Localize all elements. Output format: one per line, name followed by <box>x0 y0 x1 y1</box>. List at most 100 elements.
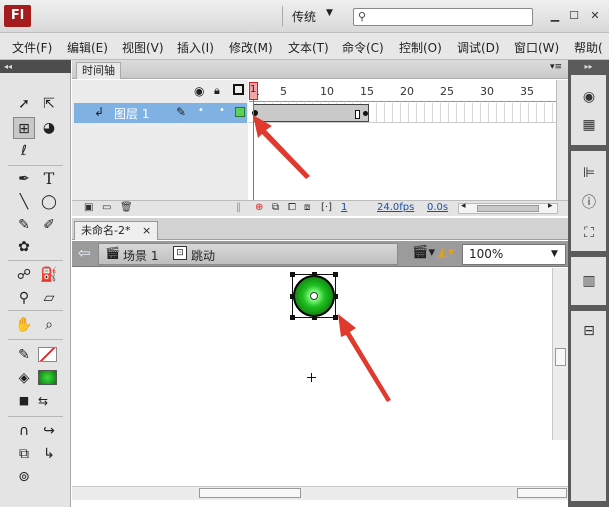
lock-icon[interactable]: 🔒︎ <box>214 84 220 98</box>
color-panel-icon[interactable]: ◉ <box>578 87 600 107</box>
menu-file[interactable]: 文件(F) <box>12 39 52 56</box>
dock-collapse-icon[interactable]: ▸▸ <box>571 62 606 73</box>
fill-color-swatch[interactable] <box>38 370 57 385</box>
zoom-select[interactable]: 100% ▼ <box>462 244 566 265</box>
tab-document[interactable]: 未命名-2* × <box>74 221 159 240</box>
pencil-icon[interactable]: ✎ <box>13 214 35 236</box>
straighten-icon[interactable]: ⧉ <box>13 443 35 465</box>
outline-color-swatch[interactable] <box>235 107 245 117</box>
minimize-button[interactable]: ▁ <box>547 8 563 24</box>
playhead[interactable]: 1 <box>249 82 258 100</box>
transform-handle[interactable] <box>312 272 317 277</box>
oval-icon[interactable]: ◯ <box>38 191 60 213</box>
stage-h-scrollbar[interactable] <box>72 486 568 500</box>
panel-menu-icon[interactable]: ▾≡ <box>550 62 562 72</box>
fill-color-icon[interactable]: ◈ <box>13 367 35 389</box>
swatches-icon[interactable]: ▦ <box>578 115 600 135</box>
transform-handle[interactable] <box>290 294 295 299</box>
components-icon[interactable]: ⊟ <box>578 321 600 341</box>
search-input[interactable]: ⚲ <box>353 8 533 26</box>
onion-outline-icon[interactable]: ⧠ <box>288 202 296 213</box>
menu-help[interactable]: 帮助( <box>574 39 603 56</box>
divider-grip[interactable]: ‖ <box>236 202 241 213</box>
lock-dot[interactable]: • <box>219 105 225 116</box>
free-transform-icon[interactable]: ⊞ <box>13 117 35 139</box>
back-arrow-icon[interactable]: ⇦ <box>78 244 91 262</box>
delete-layer-icon[interactable]: 🗑︎ <box>120 202 133 213</box>
new-folder-icon[interactable]: ▭ <box>102 202 111 213</box>
text-icon[interactable]: T <box>38 168 60 190</box>
breadcrumb-scene[interactable]: 场景 1 <box>123 247 158 264</box>
selection-icon[interactable]: ➚ <box>13 93 35 115</box>
menu-edit[interactable]: 编辑(E) <box>67 39 108 56</box>
fps-readout[interactable]: 24.0fps <box>377 202 414 213</box>
menu-text[interactable]: 文本(T) <box>288 39 329 56</box>
timeline-scrollbar[interactable] <box>556 80 568 200</box>
scroll-left-icon[interactable]: ◂ <box>461 201 466 211</box>
menu-window[interactable]: 窗口(W) <box>514 39 559 56</box>
edit-multiple-icon[interactable]: ⧈ <box>304 202 310 213</box>
paint-bucket-icon[interactable]: ⛽ <box>38 264 60 286</box>
visible-dot[interactable]: • <box>198 105 204 116</box>
snap-icon[interactable]: ⊚ <box>13 466 35 488</box>
close-tab-icon[interactable]: × <box>142 224 151 237</box>
lasso-icon[interactable]: ℓ <box>13 140 35 162</box>
eyedropper-icon[interactable]: ⚲ <box>13 287 35 309</box>
bone-icon[interactable]: ☍ <box>13 264 35 286</box>
align-icon[interactable]: ⊫ <box>578 163 600 183</box>
maximize-button[interactable]: ☐ <box>566 8 582 24</box>
scroll-right-icon[interactable]: ▸ <box>548 201 553 211</box>
menu-control[interactable]: 控制(O) <box>399 39 442 56</box>
info-icon[interactable]: ⓘ <box>578 193 600 213</box>
stroke-color-swatch[interactable] <box>38 347 57 362</box>
timeline-h-scrollbar[interactable]: ◂ ▸ <box>458 201 558 214</box>
subselection-icon[interactable]: ⇱ <box>38 93 60 115</box>
transform-handle[interactable] <box>290 315 295 320</box>
transform-handle[interactable] <box>333 294 338 299</box>
eye-icon[interactable]: ◉ <box>194 84 204 98</box>
scroll-thumb[interactable] <box>555 348 566 366</box>
onion-skin-icon[interactable]: ⧉ <box>272 202 279 213</box>
toolbox-header[interactable]: ◂◂ <box>0 60 71 73</box>
stage-v-scrollbar[interactable] <box>552 268 568 440</box>
menu-debug[interactable]: 调试(D) <box>457 39 500 56</box>
stage[interactable] <box>72 268 552 485</box>
snap-magnet-icon[interactable]: ∩ <box>13 420 35 442</box>
workspace-selector[interactable]: 传统 <box>292 8 316 25</box>
new-layer-icon[interactable]: ▣ <box>84 202 93 213</box>
outline-icon[interactable] <box>233 84 244 95</box>
swap-colors-icon[interactable]: ⇆ <box>32 390 54 412</box>
transform-handle[interactable] <box>290 272 295 277</box>
edit-symbols-icon[interactable]: ◭▾ <box>438 245 455 260</box>
center-frame-icon[interactable]: ⊕ <box>255 202 263 213</box>
line-icon[interactable]: ╲ <box>13 191 35 213</box>
eraser-icon[interactable]: ▱ <box>38 287 60 309</box>
end-frame[interactable] <box>355 110 360 119</box>
layer-row[interactable]: ↲ 图层 1 ✎ • • <box>74 103 247 123</box>
pen-icon[interactable]: ✒ <box>13 168 35 190</box>
zoom-icon[interactable]: ⌕ <box>38 314 60 336</box>
transform-handle[interactable] <box>333 272 338 277</box>
current-frame-readout[interactable]: 1 <box>341 202 347 213</box>
chevron-down-icon[interactable]: ▼ <box>326 8 333 18</box>
time-readout[interactable]: 0.0s <box>427 202 448 213</box>
tab-timeline[interactable]: 时间轴 <box>76 62 121 79</box>
transform-icon[interactable]: ⛶ <box>578 223 600 243</box>
brush-icon[interactable]: ✐ <box>38 214 60 236</box>
keyframe-end[interactable] <box>363 111 368 116</box>
menu-view[interactable]: 视图(V) <box>122 39 164 56</box>
chevron-down-icon[interactable]: ▼ <box>551 245 558 264</box>
layer-name[interactable]: 图层 1 <box>114 105 149 122</box>
close-button[interactable]: ✕ <box>587 8 603 24</box>
transform-handle[interactable] <box>312 315 317 320</box>
hand-icon[interactable]: ✋ <box>13 314 35 336</box>
deco-icon[interactable]: ✿ <box>13 236 35 258</box>
stroke-color-icon[interactable]: ✎ <box>13 344 35 366</box>
3d-rotation-icon[interactable]: ◕ <box>38 117 60 139</box>
menu-insert[interactable]: 插入(I) <box>177 39 214 56</box>
scroll-thumb-2[interactable] <box>517 488 567 498</box>
breadcrumb-symbol[interactable]: 跳动 <box>191 247 215 264</box>
smooth-icon[interactable]: ↪ <box>38 420 60 442</box>
options-icon[interactable]: ↳ <box>38 443 60 465</box>
edit-scene-icon[interactable]: 🎬︎▾ <box>412 245 435 260</box>
